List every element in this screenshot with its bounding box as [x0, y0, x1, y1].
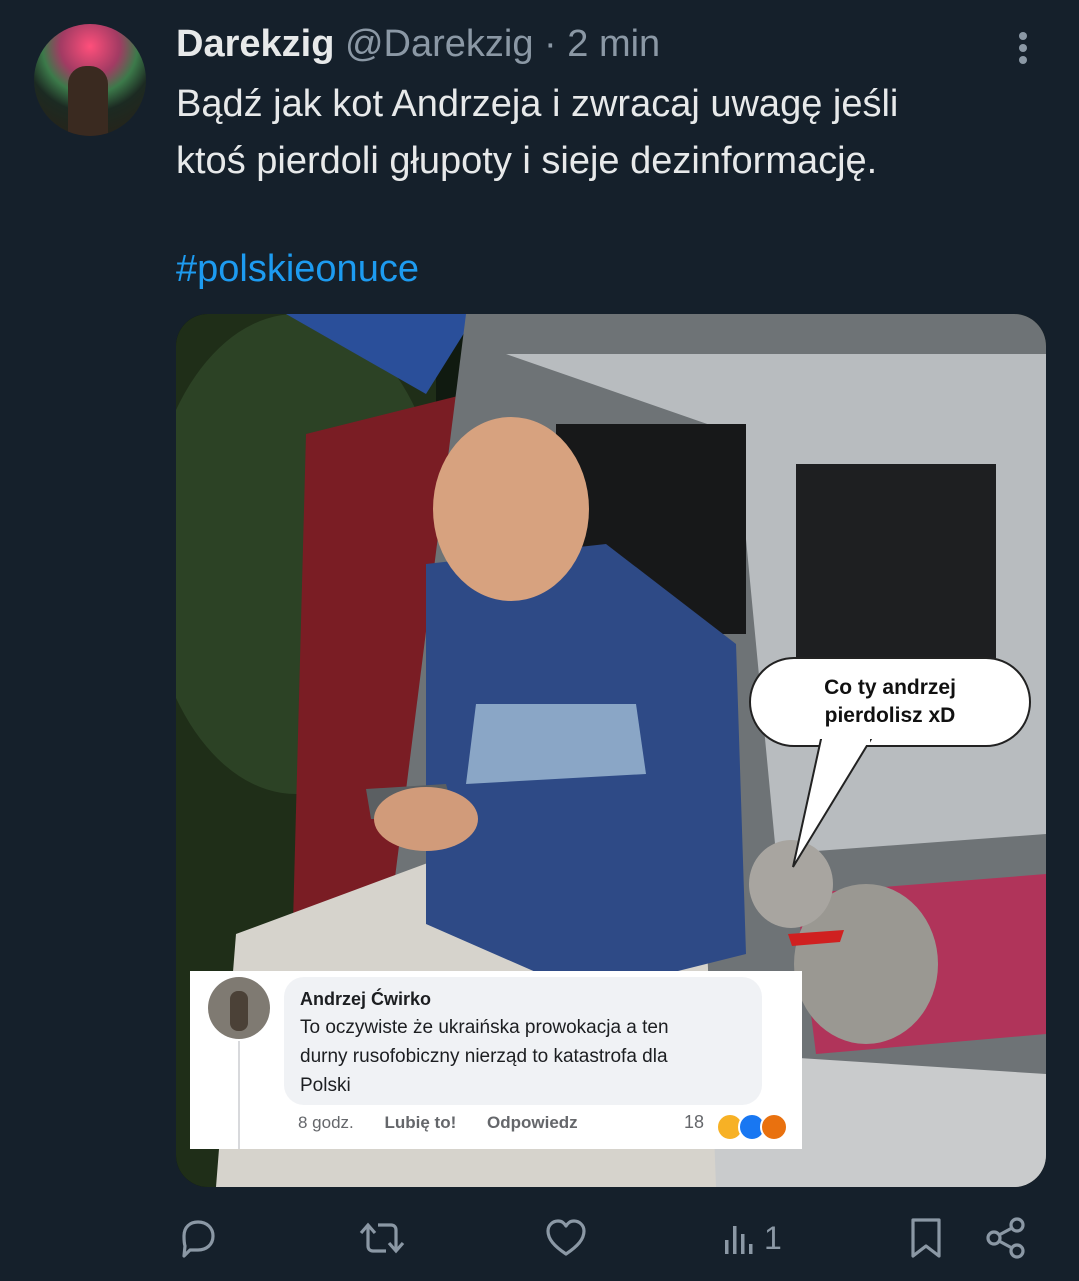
display-name[interactable]: Darekzig	[176, 23, 334, 65]
views-icon	[725, 1226, 753, 1254]
bookmark-button[interactable]	[906, 1216, 946, 1260]
thread-line	[238, 1041, 240, 1149]
comment-text-line: To oczywiste że ukraińska prowokacja a t…	[300, 1017, 669, 1038]
comment-text-line: Polski	[300, 1075, 351, 1096]
speech-bubble-line: pierdolisz xD	[824, 704, 956, 727]
comment-reply-label: Odpowiedz	[487, 1113, 578, 1132]
view-count: 1	[764, 1219, 782, 1256]
user-avatar[interactable]	[34, 24, 146, 136]
more-options-icon[interactable]	[1005, 28, 1041, 68]
reaction-count: 18	[684, 1112, 705, 1132]
comment-time: 8 godz.	[298, 1113, 354, 1132]
comment-text-line: durny rusofobiczny nierząd to katastrofa…	[300, 1046, 668, 1067]
hashtag-link[interactable]: #polskieonuce	[176, 244, 419, 294]
speech-bubble-tail	[792, 739, 873, 868]
tweet-text-line: ktoś pierdoli głupoty i sieje dezinforma…	[176, 140, 878, 182]
retweet-icon	[359, 1222, 405, 1254]
angry-reaction-icon	[760, 1113, 788, 1141]
facebook-comment-screenshot: Andrzej Ćwirko To oczywiste że ukraińska…	[190, 971, 802, 1149]
header-separator: ·	[544, 23, 557, 65]
bookmark-icon	[911, 1218, 941, 1258]
heart-icon	[546, 1219, 586, 1256]
tweet-timestamp[interactable]: 2 min	[567, 23, 660, 65]
like-button[interactable]	[544, 1216, 588, 1260]
retweet-button[interactable]	[358, 1216, 406, 1260]
user-handle[interactable]: @Darekzig	[345, 23, 534, 65]
commenter-name: Andrzej Ćwirko	[300, 989, 432, 1009]
speech-bubble: Co ty andrzej pierdolisz xD	[749, 657, 1031, 747]
tweet-text: Bądź jak kot Andrzeja i zwracaj uwagę je…	[176, 76, 1046, 190]
views-button[interactable]: 1	[722, 1216, 782, 1260]
comment-bubble: Andrzej Ćwirko To oczywiste że ukraińska…	[284, 977, 762, 1105]
share-button[interactable]	[984, 1216, 1028, 1260]
comment-like-label: Lubię to!	[384, 1113, 457, 1132]
comment-actions: 8 godz. Lubię to! Odpowiedz	[298, 1113, 604, 1133]
tweet-text-line: Bądź jak kot Andrzeja i zwracaj uwagę je…	[176, 83, 899, 125]
commenter-avatar	[208, 977, 270, 1039]
share-icon	[986, 1217, 1025, 1259]
tweet-header: Darekzig @Darekzig · 2 min	[176, 20, 660, 68]
tweet-media-image[interactable]: Co ty andrzej pierdolisz xD Andrzej Ćwir…	[176, 314, 1046, 1187]
reply-button[interactable]	[176, 1216, 220, 1260]
reply-icon	[182, 1220, 215, 1258]
speech-bubble-line: Co ty andrzej	[824, 676, 956, 699]
comment-text: To oczywiste że ukraińska prowokacja a t…	[300, 1013, 746, 1100]
